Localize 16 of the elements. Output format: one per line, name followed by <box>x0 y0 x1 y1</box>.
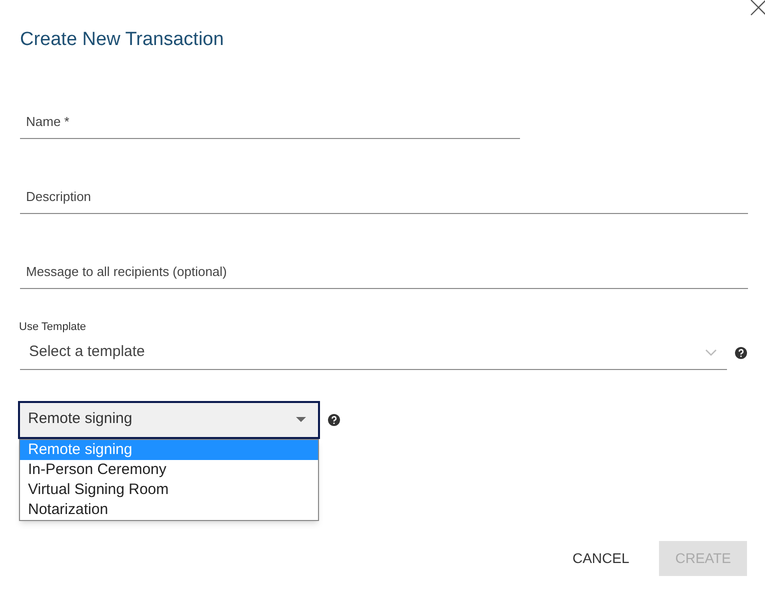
dialog-button[interactable]: CANCEL <box>556 541 646 576</box>
field-label: Use Template <box>19 320 88 335</box>
dropdown-option[interactable]: In-Person Ceremony <box>20 460 318 480</box>
dialog-title: Create New Transaction <box>20 28 225 52</box>
signing-type-select[interactable]: Remote signing <box>18 400 320 438</box>
help-icon[interactable] <box>328 414 340 426</box>
text-field[interactable]: Message to all recipients (optional) <box>20 236 748 289</box>
dropdown-option[interactable]: Virtual Signing Room <box>20 480 318 500</box>
text-field[interactable]: Name * <box>20 86 520 139</box>
close-icon[interactable] <box>749 0 765 16</box>
caret-down-icon <box>296 417 306 422</box>
dropdown-option[interactable]: Notarization <box>20 500 318 520</box>
chevron-down-icon <box>705 348 717 356</box>
text-field[interactable]: Description <box>20 161 748 214</box>
help-icon[interactable] <box>735 346 747 358</box>
template-select[interactable]: Select a template <box>20 336 727 370</box>
